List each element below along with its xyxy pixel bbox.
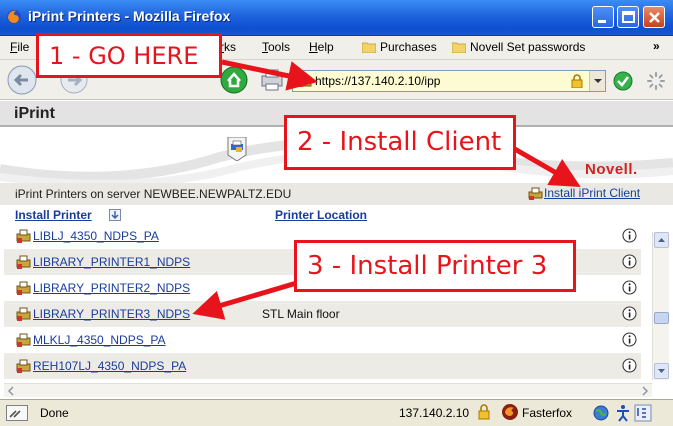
server-name-text: iPrint Printers on server NEWBEE.NEWPALT… xyxy=(15,187,292,201)
info-icon[interactable] xyxy=(622,228,637,243)
printer-install-link[interactable]: MLKLJ_4350_NDPS_PA xyxy=(33,333,166,347)
url-input[interactable]: https://137.140.2.10/ipp xyxy=(315,74,440,88)
folder-icon xyxy=(362,42,376,53)
scroll-up-button[interactable] xyxy=(654,232,669,248)
lock-icon[interactable] xyxy=(478,404,490,420)
printer-location: STL Main floor xyxy=(262,307,340,321)
table-row: LIBRARY_PRINTER3_NDPS STL Main floor xyxy=(4,301,641,327)
close-icon[interactable] xyxy=(643,6,665,28)
page-title: iPrint xyxy=(14,105,55,122)
bookmark-novell-set-passwords[interactable]: Novell Set passwords xyxy=(452,40,585,54)
scroll-thumb[interactable] xyxy=(654,312,669,324)
sort-descending-icon[interactable] xyxy=(109,209,121,221)
bookmarks-overflow-chevron[interactable]: » xyxy=(653,39,660,53)
throbber-icon xyxy=(647,72,665,90)
horizontal-scrollbar[interactable] xyxy=(4,383,652,397)
column-header-printer-location[interactable]: Printer Location xyxy=(275,208,367,222)
annotation-step1-callout: 1 - GO HERE xyxy=(36,33,222,78)
firefox-logo-icon xyxy=(7,10,21,24)
menu-bookmarks[interactable]: rks xyxy=(220,40,236,54)
lock-icon[interactable] xyxy=(571,74,583,88)
scroll-right-icon[interactable] xyxy=(640,385,650,397)
back-button[interactable] xyxy=(6,64,38,96)
scroll-left-icon[interactable] xyxy=(6,385,16,397)
scroll-down-button[interactable] xyxy=(654,363,669,379)
status-bar: Done 137.140.2.10 Fasterfox xyxy=(0,399,673,426)
info-icon[interactable] xyxy=(622,332,637,347)
javascript-css-icon[interactable] xyxy=(634,404,652,422)
printer-install-icon[interactable] xyxy=(16,254,32,270)
menu-help[interactable]: Help xyxy=(309,40,334,54)
printer-install-icon[interactable] xyxy=(16,228,32,244)
url-history-dropdown-button[interactable] xyxy=(589,71,605,91)
printer-install-icon[interactable] xyxy=(16,306,32,322)
go-button-icon[interactable] xyxy=(612,70,634,92)
window-title-bar[interactable]: iPrint Printers - Mozilla Firefox xyxy=(0,0,673,36)
printer-badge-icon xyxy=(227,137,247,161)
install-iprint-client-link[interactable]: Install iPrint Client xyxy=(528,186,640,200)
maximize-icon[interactable] xyxy=(617,6,639,28)
menu-file[interactable]: File xyxy=(10,40,29,54)
install-client-label: Install iPrint Client xyxy=(544,186,641,200)
printer-install-link[interactable]: LIBRARY_PRINTER2_NDPS xyxy=(33,281,190,295)
bookmark-purchases[interactable]: Purchases xyxy=(362,40,437,54)
info-icon[interactable] xyxy=(622,306,637,321)
folder-icon xyxy=(452,42,466,53)
accessibility-icon[interactable] xyxy=(614,404,632,422)
table-row: MLKLJ_4350_NDPS_PA xyxy=(4,327,641,353)
print-icon[interactable] xyxy=(256,64,288,96)
bookmark-label: Novell Set passwords xyxy=(470,40,586,54)
printer-install-icon xyxy=(528,187,543,200)
printer-install-link[interactable]: LIBRARY_PRINTER3_NDPS xyxy=(33,307,190,321)
printer-install-icon[interactable] xyxy=(16,332,32,348)
status-text: Done xyxy=(40,406,69,420)
window-title: iPrint Printers - Mozilla Firefox xyxy=(28,8,231,24)
vertical-scrollbar[interactable] xyxy=(652,232,669,380)
status-connection-icon xyxy=(6,405,28,421)
home-icon[interactable] xyxy=(218,64,250,96)
server-info-bar: iPrint Printers on server NEWBEE.NEWPALT… xyxy=(0,183,673,205)
printer-install-icon[interactable] xyxy=(16,358,32,374)
info-icon[interactable] xyxy=(622,358,637,373)
info-icon[interactable] xyxy=(622,254,637,269)
column-header-install-printer[interactable]: Install Printer xyxy=(15,208,92,222)
globe-icon[interactable] xyxy=(592,404,610,422)
annotation-step3-callout: 3 - Install Printer 3 xyxy=(294,240,576,292)
table-row: REH107LJ_4350_NDPS_PA xyxy=(4,353,641,379)
printer-install-link[interactable]: LIBRARY_PRINTER1_NDPS xyxy=(33,255,190,269)
bookmark-label: Purchases xyxy=(380,40,437,54)
menu-tools[interactable]: Tools xyxy=(262,40,290,54)
novell-logo: Novell. xyxy=(585,161,638,178)
fasterfox-icon[interactable] xyxy=(501,403,519,421)
info-icon[interactable] xyxy=(622,280,637,295)
printer-install-icon[interactable] xyxy=(16,280,32,296)
annotation-step2-callout: 2 - Install Client xyxy=(284,115,516,170)
fasterfox-label: Fasterfox xyxy=(522,406,573,420)
minimize-icon[interactable] xyxy=(592,6,614,28)
site-printer-icon xyxy=(296,74,312,87)
printer-install-link[interactable]: LIBLJ_4350_NDPS_PA xyxy=(33,229,159,243)
status-ip-address: 137.140.2.10 xyxy=(399,406,470,420)
url-bar[interactable]: https://137.140.2.10/ipp xyxy=(292,70,606,92)
printer-install-link[interactable]: REH107LJ_4350_NDPS_PA xyxy=(33,359,186,373)
